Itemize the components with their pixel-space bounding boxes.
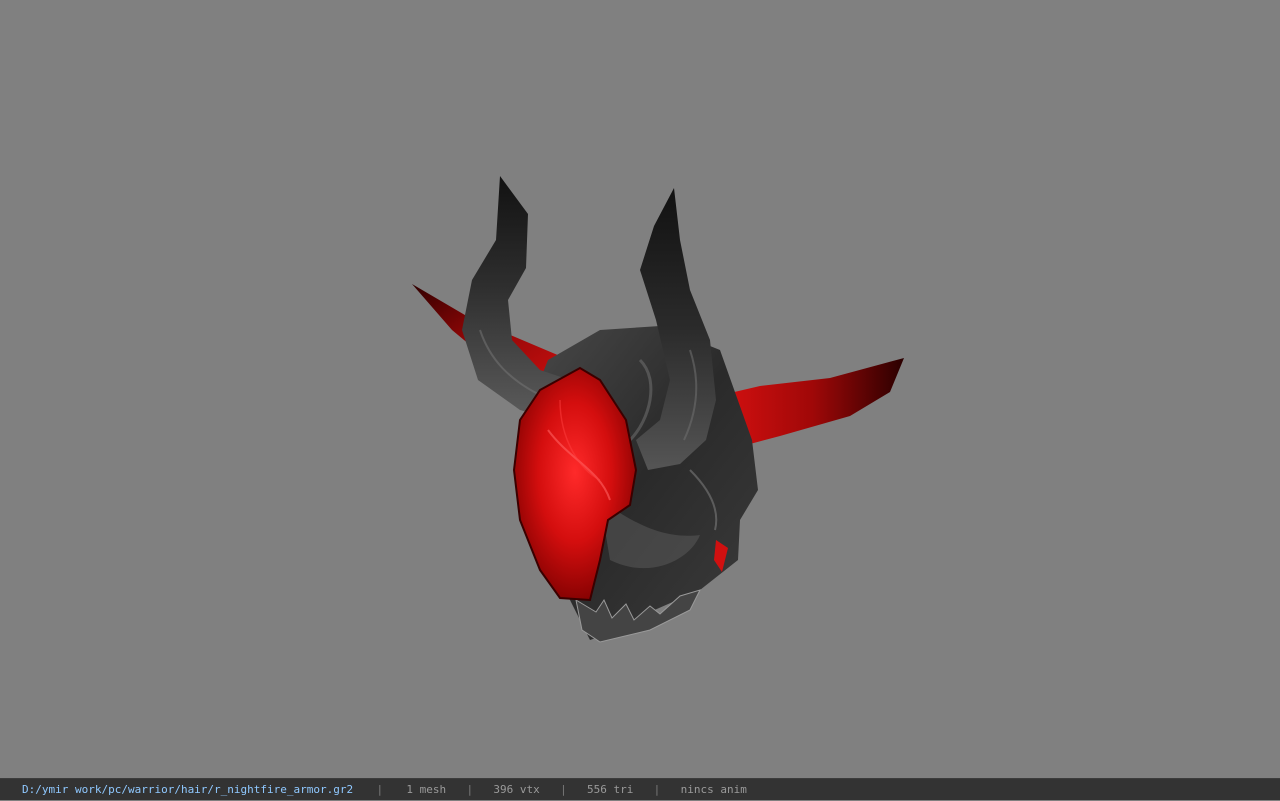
vertex-count: 396 vtx — [493, 783, 540, 796]
mesh-count: 1 mesh — [406, 783, 447, 796]
animation-status: nincs anim — [680, 783, 747, 796]
triangle-count: 556 tri — [587, 783, 634, 796]
separator: | — [560, 783, 567, 796]
3d-viewport[interactable] — [0, 0, 1280, 778]
separator: | — [466, 783, 474, 796]
helmet-model[interactable] — [0, 0, 1280, 778]
file-path: D:/ymir work/pc/warrior/hair/r_nightfire… — [22, 783, 354, 796]
status-bar: D:/ymir work/pc/warrior/hair/r_nightfire… — [0, 778, 1280, 800]
separator: | — [653, 783, 661, 796]
separator: | — [376, 783, 384, 796]
